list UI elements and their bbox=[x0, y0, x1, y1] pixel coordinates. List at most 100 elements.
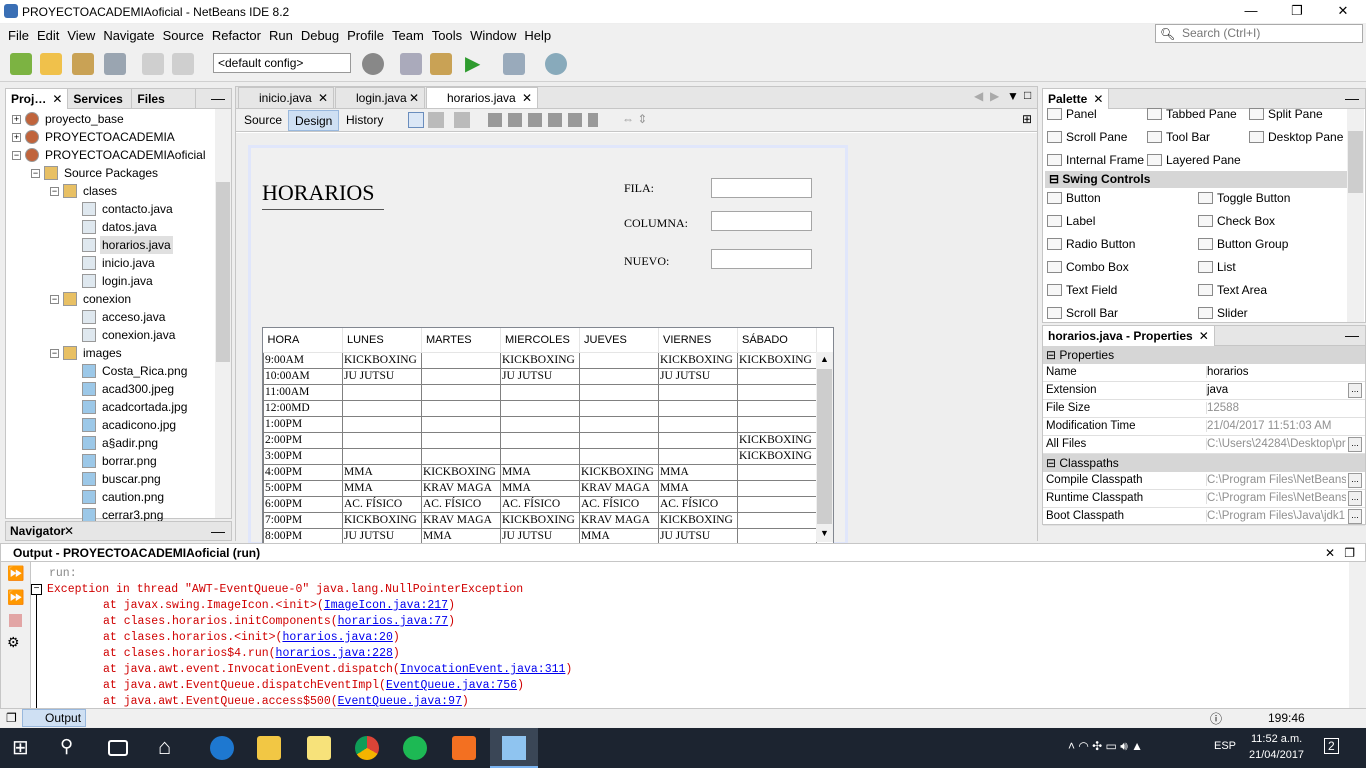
column-header[interactable]: MIERCOLES bbox=[500, 328, 580, 353]
property-row[interactable]: Extension java... bbox=[1043, 382, 1365, 400]
tree-item[interactable]: caution.png bbox=[69, 488, 166, 506]
history-button[interactable]: History bbox=[340, 110, 389, 131]
stop-icon[interactable] bbox=[9, 614, 22, 627]
tree-item[interactable]: − Source Packages bbox=[31, 164, 160, 182]
table-cell[interactable]: AC. FÍSICO bbox=[500, 495, 580, 513]
preview-design-icon[interactable] bbox=[454, 112, 470, 128]
tray-icons[interactable]: ˄ ◠ ✣ ▭ 🔊︎ ▲ bbox=[1068, 739, 1143, 754]
column-header[interactable]: MARTES bbox=[421, 328, 501, 353]
clock-date[interactable]: 21/04/2017 bbox=[1249, 749, 1304, 761]
nuevo-input[interactable] bbox=[711, 249, 812, 269]
minimize-button[interactable]: — bbox=[1228, 0, 1274, 23]
scroll-thumb[interactable] bbox=[1348, 131, 1363, 193]
palette-item[interactable]: Internal Frame bbox=[1047, 153, 1144, 167]
palette-item[interactable]: Scroll Bar bbox=[1047, 306, 1118, 320]
tree-scrollbar[interactable] bbox=[215, 109, 231, 518]
table-row[interactable]: 4:00PM MMA KICKBOXING MMA KICKBOXING MMA bbox=[263, 463, 817, 481]
column-header[interactable]: JUEVES bbox=[579, 328, 659, 353]
navigator-title[interactable]: Navigator bbox=[10, 524, 65, 538]
property-row[interactable]: File Size 12588 bbox=[1043, 400, 1365, 418]
tree-item[interactable]: contacto.java bbox=[69, 200, 175, 218]
table-cell[interactable] bbox=[737, 383, 817, 401]
tree-item[interactable]: acadicono.jpg bbox=[69, 416, 178, 434]
close-icon[interactable]: ✕ bbox=[409, 88, 419, 108]
tree-item[interactable]: − conexion bbox=[50, 290, 133, 308]
property-section[interactable]: ⊟ Properties bbox=[1043, 346, 1365, 364]
table-cell[interactable]: KICKBOXING bbox=[342, 511, 422, 529]
edit-property-button[interactable]: ... bbox=[1348, 509, 1362, 524]
close-icon[interactable]: ✕ bbox=[522, 88, 532, 108]
tab-login-java[interactable]: login.java ✕ bbox=[335, 87, 425, 108]
table-cell[interactable] bbox=[421, 431, 501, 449]
tree-item[interactable]: conexion.java bbox=[69, 326, 177, 344]
table-row[interactable]: 2:00PM KICKBOXING bbox=[263, 431, 817, 449]
config-select[interactable]: <default config> bbox=[213, 53, 351, 73]
menu-team[interactable]: Team bbox=[388, 28, 428, 43]
table-cell[interactable] bbox=[658, 447, 738, 465]
property-row[interactable]: Boot Classpath C:\Program Files\Java\jdk1… bbox=[1043, 508, 1365, 526]
menu-refactor[interactable]: Refactor bbox=[208, 28, 265, 43]
new-file-icon[interactable] bbox=[10, 53, 32, 75]
tree-item[interactable]: acad300.jpeg bbox=[69, 380, 176, 398]
table-cell[interactable]: KRAV MAGA bbox=[579, 511, 659, 529]
property-row[interactable]: Compile Classpath C:\Program Files\NetBea… bbox=[1043, 472, 1365, 490]
property-value[interactable]: java bbox=[1206, 384, 1346, 396]
edit-property-button[interactable]: ... bbox=[1348, 437, 1362, 452]
table-cell[interactable]: 4:00PM bbox=[263, 463, 343, 481]
table-cell[interactable]: JU JUTSU bbox=[342, 367, 422, 385]
table-cell[interactable]: KICKBOXING bbox=[737, 351, 817, 369]
property-row[interactable]: Name horarios bbox=[1043, 364, 1365, 382]
table-cell[interactable]: JU JUTSU bbox=[342, 527, 422, 545]
table-cell[interactable] bbox=[579, 399, 659, 417]
tab-services[interactable]: Services bbox=[68, 89, 133, 109]
table-cell[interactable]: KICKBOXING bbox=[500, 351, 580, 369]
table-row[interactable]: 3:00PM KICKBOXING bbox=[263, 447, 817, 465]
tree-item[interactable]: + PROYECTOACADEMIA bbox=[12, 128, 177, 146]
save-all-icon[interactable] bbox=[104, 53, 126, 75]
menu-file[interactable]: File bbox=[4, 28, 33, 43]
edit-property-button[interactable]: ... bbox=[1348, 473, 1362, 488]
table-row[interactable]: 11:00AM bbox=[263, 383, 817, 401]
palette-item[interactable]: Panel bbox=[1047, 107, 1097, 121]
table-cell[interactable] bbox=[737, 479, 817, 497]
table-cell[interactable] bbox=[737, 511, 817, 529]
palette-item[interactable]: Check Box bbox=[1198, 214, 1275, 228]
table-cell[interactable]: AC. FÍSICO bbox=[579, 495, 659, 513]
palette-item[interactable]: Toggle Button bbox=[1198, 191, 1290, 205]
table-cell[interactable] bbox=[737, 527, 817, 545]
tree-item[interactable]: horarios.java bbox=[69, 236, 173, 254]
table-cell[interactable]: MMA bbox=[500, 463, 580, 481]
table-row[interactable]: 9:00AM KICKBOXING KICKBOXING KICKBOXING KICK… bbox=[263, 351, 817, 369]
table-cell[interactable] bbox=[342, 431, 422, 449]
table-cell[interactable] bbox=[500, 447, 580, 465]
table-cell[interactable]: 6:00PM bbox=[263, 495, 343, 513]
windows-start-icon[interactable]: ⊞ bbox=[12, 736, 36, 760]
close-icon[interactable]: ✕ bbox=[1093, 90, 1103, 109]
table-cell[interactable] bbox=[579, 431, 659, 449]
table-cell[interactable]: 2:00PM bbox=[263, 431, 343, 449]
table-cell[interactable] bbox=[421, 447, 501, 465]
table-cell[interactable]: KICKBOXING bbox=[737, 431, 817, 449]
close-icon[interactable]: ✕ bbox=[318, 88, 328, 108]
table-cell[interactable]: 10:00AM bbox=[263, 367, 343, 385]
redo-icon[interactable] bbox=[172, 53, 194, 75]
home-icon[interactable]: ⌂ bbox=[158, 736, 182, 760]
source-link[interactable]: ImageIcon.java:217 bbox=[324, 599, 448, 612]
table-cell[interactable]: MMA bbox=[579, 527, 659, 545]
property-row[interactable]: Modification Time 21/04/2017 11:51:03 AM bbox=[1043, 418, 1365, 436]
table-row[interactable]: 7:00PM KICKBOXING KRAV MAGA KICKBOXING KRAV … bbox=[263, 511, 817, 529]
table-cell[interactable] bbox=[500, 399, 580, 417]
expand-icon[interactable]: + bbox=[12, 132, 21, 142]
table-cell[interactable]: KICKBOXING bbox=[658, 511, 738, 529]
table-cell[interactable]: KICKBOXING bbox=[500, 511, 580, 529]
table-cell[interactable]: 8:00PM bbox=[263, 527, 343, 545]
table-cell[interactable] bbox=[342, 399, 422, 417]
table-cell[interactable]: KICKBOXING bbox=[421, 463, 501, 481]
source-button[interactable]: Source bbox=[238, 110, 288, 131]
scroll-tabs-left-icon[interactable]: ◀ bbox=[974, 89, 983, 103]
palette-item[interactable]: Text Field bbox=[1047, 283, 1117, 297]
spotify-icon[interactable] bbox=[403, 736, 427, 760]
table-cell[interactable]: AC. FÍSICO bbox=[658, 495, 738, 513]
table-cell[interactable] bbox=[421, 415, 501, 433]
language-indicator[interactable]: ESP bbox=[1214, 740, 1236, 752]
